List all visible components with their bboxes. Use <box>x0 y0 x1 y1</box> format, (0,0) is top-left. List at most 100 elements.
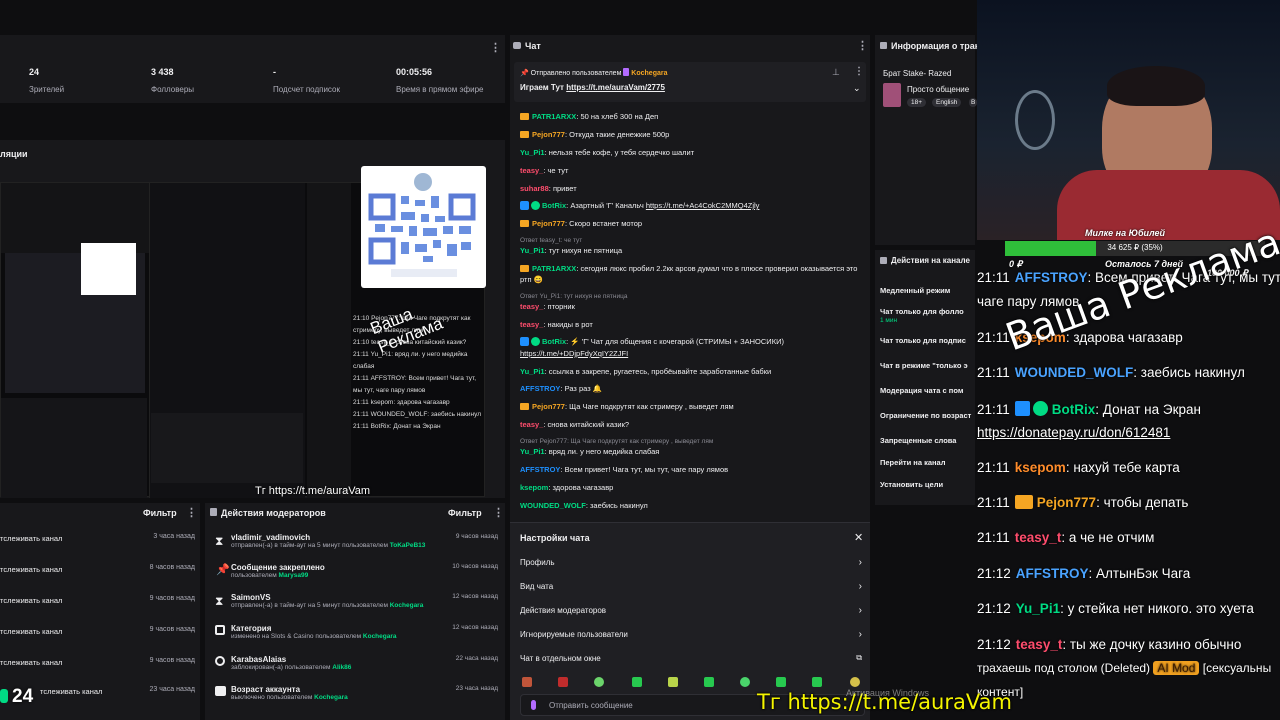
chat-user[interactable]: Pejon777 <box>532 219 565 228</box>
settings-item-mod-actions[interactable]: Действия модераторов › <box>520 605 862 616</box>
chat-user[interactable]: BotRix <box>542 337 566 346</box>
chat-user[interactable]: Yu_Pi1 <box>520 367 545 376</box>
mod-actions-menu-icon[interactable]: ⋮ <box>493 506 504 519</box>
chat-user[interactable]: Pejon777 <box>532 402 565 411</box>
chat-user[interactable]: Yu_Pi1 <box>520 447 545 456</box>
close-icon[interactable]: ✕ <box>854 531 863 544</box>
chat-user[interactable]: PATR1ARXX <box>532 112 576 121</box>
emote-icon[interactable] <box>740 677 750 687</box>
chat-user[interactable]: AFFSTROY <box>520 465 560 474</box>
chat-user[interactable]: teasy_ <box>520 420 543 429</box>
chat-link[interactable]: https://t.me/+DDjpFdyXqIY2ZJFI <box>520 348 860 359</box>
stream-category: Просто общение <box>907 85 970 94</box>
pinned-user[interactable]: Kochegara <box>631 70 667 77</box>
mod-actions-title: Действия модераторов <box>221 508 326 518</box>
emote-icon[interactable] <box>668 677 678 687</box>
chat-message: AFFSTROY: Всем привет! Чага тут, мы тут,… <box>520 464 860 475</box>
mod-action-user[interactable]: Kochegara <box>363 633 397 640</box>
chat-text: : пторник <box>543 302 575 311</box>
emote-icon[interactable] <box>776 677 786 687</box>
channel-action-item[interactable]: Модерация чата с пом <box>880 386 963 395</box>
crown-icon <box>520 265 529 272</box>
chat-user[interactable]: teasy_ <box>520 320 543 329</box>
tag-chip[interactable]: English <box>932 98 962 107</box>
channel-action-item[interactable]: Установить цели <box>880 480 943 489</box>
mod-action-user[interactable]: Alik86 <box>332 664 351 671</box>
mod-action-user[interactable]: ToKaPeB13 <box>390 542 426 549</box>
stat-label: Зрителей <box>29 85 65 94</box>
overlay-chat-user: teasy_t <box>1015 637 1063 652</box>
overlay-chat-time: 21:12 <box>977 637 1011 652</box>
chat-user[interactable]: BotRix <box>542 201 566 210</box>
emote-icon[interactable] <box>558 677 568 687</box>
stream-name: Брат Stake- Razed <box>883 69 952 78</box>
chat-user[interactable]: suhar88 <box>520 184 549 193</box>
chevron-right-icon: › <box>858 629 862 640</box>
chat-menu-icon[interactable]: ⋮ <box>857 39 868 52</box>
pinned-message[interactable]: 📌 Отправлено пользователем Kochegara ⊥ ⋮… <box>514 62 866 102</box>
mod-actions-filter[interactable]: Фильтр <box>448 508 482 518</box>
mod-action-user[interactable]: Kochegara <box>314 694 348 701</box>
mod-action-user[interactable]: Kochegara <box>390 602 424 609</box>
chat-user[interactable]: teasy_ <box>520 302 543 311</box>
pinned-link[interactable]: https://t.me/auraVam/2775 <box>566 83 665 92</box>
channel-action-item[interactable]: Чат только для фолло <box>880 307 964 316</box>
settings-item-popout[interactable]: Чат в отдельном окне ⧉ <box>520 653 862 663</box>
chat-user[interactable]: teasy_ <box>520 166 543 175</box>
channel-action-item[interactable]: Перейти на канал <box>880 458 945 467</box>
chat-text: : Всем привет! Чага тут, мы тут, чаге па… <box>560 465 729 474</box>
microphone-icon[interactable] <box>531 700 536 710</box>
stats-menu-icon[interactable]: ⋮ <box>490 41 501 54</box>
activity-filter[interactable]: Фильтр <box>143 508 177 518</box>
goal-min: 0 ₽ <box>1009 259 1023 269</box>
overlay-chat-user: Yu_Pi1 <box>1015 601 1061 616</box>
pinned-menu-icon[interactable]: ⋮ <box>854 66 864 77</box>
settings-item-profile[interactable]: Профиль › <box>520 557 862 568</box>
chat-user[interactable]: WOUNDED_WOLF <box>520 501 586 510</box>
emote-icon[interactable] <box>850 677 860 687</box>
chat-message: PATR1ARXX: сегодня люкс пробил 2.2кк арс… <box>520 263 860 274</box>
overlay-chat-line: 21:11 BotRix: Донат на Экран <box>977 401 1201 417</box>
chat-link[interactable]: https://t.me/+Ac4CokC2MMQ4Zjly <box>646 201 760 210</box>
emote-icon[interactable] <box>812 677 822 687</box>
mod-action-user[interactable]: Marysa99 <box>279 572 309 579</box>
channel-action-item[interactable]: Медленный режим <box>880 286 950 295</box>
channel-action-item[interactable]: Ограничение по возраст <box>880 411 971 420</box>
chat-message: teasy_: че тут <box>520 165 860 176</box>
emote-icon[interactable] <box>632 677 642 687</box>
emote-icon[interactable] <box>594 677 604 687</box>
chat-user[interactable]: PATR1ARXX <box>532 264 576 273</box>
chat-user[interactable]: Pejon777 <box>532 130 565 139</box>
settings-item-ignored[interactable]: Игнорируемые пользователи › <box>520 629 862 640</box>
pin-icon: 📌 <box>520 70 529 77</box>
chat-message: teasy_: пторник <box>520 301 860 312</box>
stream-info-panel: Информация о трансл Брат Stake- Razed Пр… <box>875 35 991 245</box>
ban-icon <box>215 656 225 666</box>
channel-action-item[interactable]: Чат в режиме "только э <box>880 361 968 370</box>
chat-user[interactable]: Yu_Pi1 <box>520 148 545 157</box>
hourglass-icon: ⧗ <box>215 594 224 608</box>
chat-user[interactable]: ksepom <box>520 483 548 492</box>
channel-action-item[interactable]: Запрещенные слова <box>880 436 956 445</box>
chat-text: : здорова чагазавр <box>548 483 614 492</box>
chevron-right-icon: › <box>858 605 862 616</box>
chat-user[interactable]: AFFSTROY <box>520 384 560 393</box>
chat-icon <box>513 42 521 49</box>
stat-live-time: 00:05:56 Время в прямом эфире <box>396 67 484 94</box>
chat-user[interactable]: Yu_Pi1 <box>520 246 545 255</box>
overlay-chat-line: 21:12 teasy_t: ты же дочку казино обычно <box>977 637 1241 652</box>
activity-menu-icon[interactable]: ⋮ <box>186 506 197 519</box>
channel-action-item[interactable]: Чат только для подпис <box>880 336 966 345</box>
mod-action-desc: заблокирован(-а) пользователем <box>231 664 331 671</box>
chevron-down-icon[interactable]: ⌄ <box>853 83 861 94</box>
emote-icon[interactable] <box>522 677 532 687</box>
chat-message: Yu_Pi1: вряд ли. у него медийка слабая <box>520 446 860 457</box>
settings-item-chat-view[interactable]: Вид чата › <box>520 581 862 592</box>
chat-title: Чат <box>525 41 541 51</box>
stream-preview[interactable]: Ваша Реклама Тг https://t.me/auraVam 21:… <box>0 166 486 498</box>
emote-icon[interactable] <box>704 677 714 687</box>
tag-chip[interactable]: 18+ <box>907 98 927 107</box>
settings-item-label: Профиль <box>520 558 555 567</box>
verified-icon <box>531 201 540 210</box>
unpin-icon[interactable]: ⊥ <box>832 67 840 78</box>
